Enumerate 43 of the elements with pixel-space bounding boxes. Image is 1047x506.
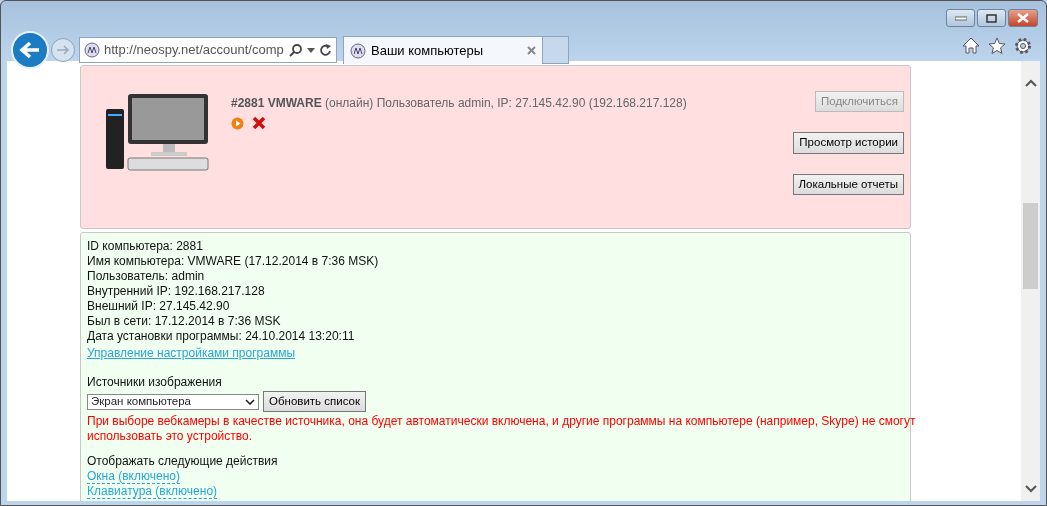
- minimize-icon: [954, 15, 967, 21]
- scroll-thumb[interactable]: [1023, 203, 1038, 289]
- action-button[interactable]: Локальные отчеты: [792, 173, 904, 195]
- search-icon[interactable]: [289, 43, 303, 57]
- refresh-icon[interactable]: [319, 43, 332, 57]
- detail-line: Внутренний IP: 192.168.217.128: [87, 284, 266, 299]
- close-button[interactable]: [1008, 9, 1038, 27]
- forward-arrow-icon: [56, 44, 70, 56]
- close-icon[interactable]: [527, 46, 536, 55]
- detail-line: Имя компьютера: VMWARE (17.12.2014 в 7:36 MSK): [87, 254, 380, 269]
- scroll-down-icon[interactable]: [1024, 485, 1037, 493]
- detail-line: Был в сети: 17.12.2014 в 7:36 MSK: [87, 314, 282, 329]
- actions-label: Отображать следующие действия: [87, 454, 279, 470]
- warning-text: При выборе вебкамеры в качестве источника, она будет автоматически включена, и другие программы на компьютере (например, Skype) не смогут использовать это устройство.: [87, 414, 917, 445]
- browser-tab[interactable]: Ваши компьютеры: [343, 36, 543, 64]
- detail-line: ID компьютера: 2881: [87, 239, 204, 254]
- back-arrow-icon: [19, 41, 41, 59]
- scrollbar[interactable]: [1021, 61, 1040, 501]
- refresh-button[interactable]: Обновить список: [263, 391, 366, 413]
- back-button[interactable]: [11, 31, 49, 69]
- site-logo-icon: [350, 42, 366, 59]
- tab-title: Ваши компьютеры: [371, 41, 485, 60]
- scroll-up-icon[interactable]: [1024, 79, 1037, 87]
- action-button[interactable]: Просмотр истории: [793, 132, 904, 154]
- play-icon[interactable]: [231, 116, 244, 130]
- source-label: Источники изображения: [87, 375, 223, 390]
- maximize-button[interactable]: [977, 9, 1006, 27]
- maximize-icon: [986, 13, 997, 23]
- site-logo-icon: [84, 42, 100, 58]
- minimize-button[interactable]: [946, 9, 975, 27]
- detail-line: Пользователь: admin: [87, 269, 206, 284]
- source-select[interactable]: Экран компьютера: [87, 393, 259, 410]
- detail-line: Внешний IP: 27.145.42.90: [87, 299, 231, 314]
- settings-icon[interactable]: [1014, 37, 1032, 55]
- detail-line: Дата установки программы: 24.10.2014 13:20:11: [87, 329, 356, 344]
- computer-header: #2881 VMWARE (онлайн) Пользователь admin, IP: 27.145.42.90 (192.168.217.128): [231, 95, 688, 112]
- caret-icon[interactable]: [307, 47, 315, 53]
- delete-icon[interactable]: [252, 116, 266, 130]
- caret-icon: [245, 398, 255, 405]
- star-icon[interactable]: [988, 37, 1006, 54]
- home-icon[interactable]: [962, 37, 980, 54]
- close-icon: [1017, 13, 1029, 23]
- address-bar[interactable]: http://neospy.net/account/comp: [79, 37, 337, 63]
